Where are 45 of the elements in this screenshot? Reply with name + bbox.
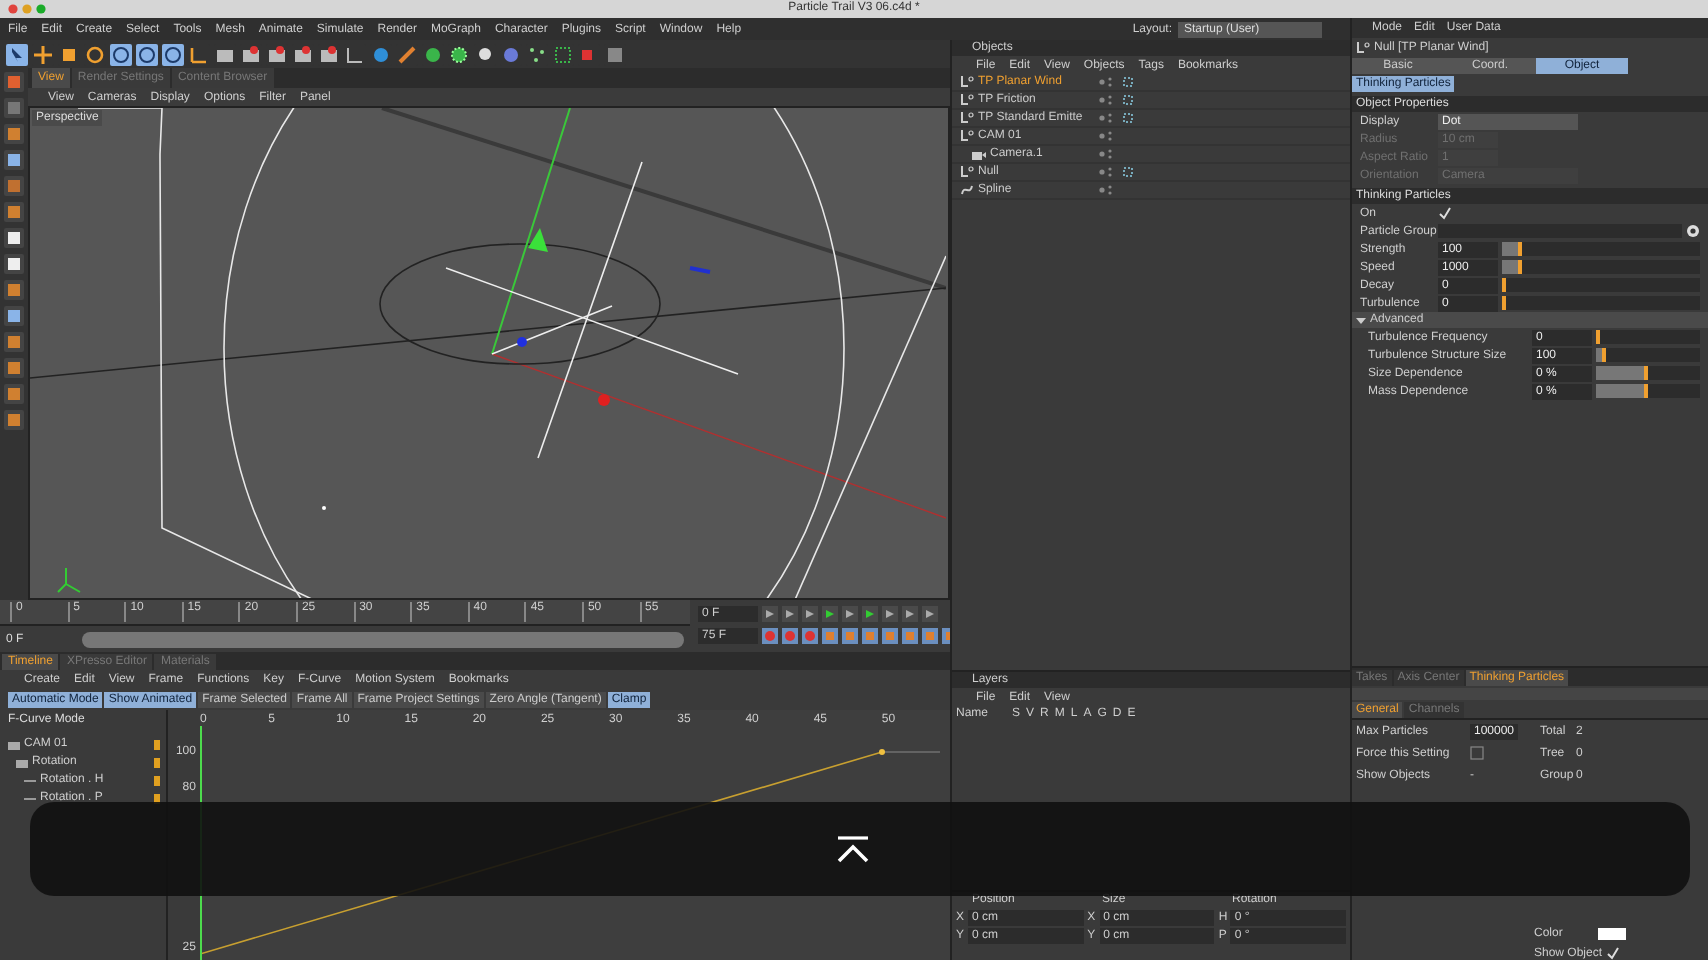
panel-icon[interactable]	[604, 43, 626, 65]
slider-fill[interactable]	[1596, 348, 1607, 362]
zoom-window-icon	[36, 4, 46, 14]
null-object-icon	[960, 94, 974, 106]
particles-icon[interactable]	[526, 43, 548, 65]
play-back-icon[interactable]	[822, 606, 838, 622]
y-axis-icon[interactable]	[136, 43, 158, 65]
visibility-dots-icon	[1096, 148, 1116, 160]
cursor-icon[interactable]	[6, 43, 28, 65]
sphere-icon[interactable]	[370, 43, 392, 65]
null-object-icon	[960, 112, 974, 124]
z-axis-icon[interactable]	[162, 43, 184, 65]
visibility-dots-icon	[1096, 184, 1116, 196]
tag-icon	[1122, 166, 1134, 178]
null-object-icon	[1356, 42, 1370, 54]
spline-icon	[960, 184, 974, 196]
visibility-dots-icon	[1096, 76, 1116, 88]
slider-fill[interactable]	[1502, 242, 1522, 256]
close-window-icon	[8, 4, 18, 14]
scale-icon[interactable]	[58, 43, 80, 65]
visibility-dots-icon	[1096, 112, 1116, 124]
move-icon[interactable]	[32, 43, 54, 65]
caret-icon[interactable]	[1356, 315, 1366, 325]
coordinate-icon[interactable]	[188, 43, 210, 65]
x-axis-icon[interactable]	[110, 43, 132, 65]
ball-icon[interactable]	[422, 43, 444, 65]
null-object-icon	[960, 130, 974, 142]
pick-icon[interactable]	[1686, 224, 1700, 238]
color-swatch[interactable]	[1598, 928, 1626, 940]
slider-fill[interactable]	[1502, 260, 1522, 274]
null-object-icon	[960, 76, 974, 88]
visibility-dots-icon	[1096, 166, 1116, 178]
null-object-icon	[960, 166, 974, 178]
slider-fill[interactable]	[1596, 366, 1648, 380]
visibility-dots-icon	[1096, 130, 1116, 142]
rotate-icon[interactable]	[84, 43, 106, 65]
grid-icon[interactable]	[552, 43, 574, 65]
minimize-window-icon	[22, 4, 32, 14]
null-icon[interactable]	[344, 43, 366, 65]
visibility-dots-icon	[1096, 94, 1116, 106]
play-icon[interactable]	[862, 606, 878, 622]
slider-fill[interactable]	[1596, 384, 1648, 398]
chevron-up-icon[interactable]	[836, 836, 870, 864]
timeline-scrollbar[interactable]	[82, 631, 684, 647]
checkbox-icon[interactable]	[1470, 746, 1484, 760]
